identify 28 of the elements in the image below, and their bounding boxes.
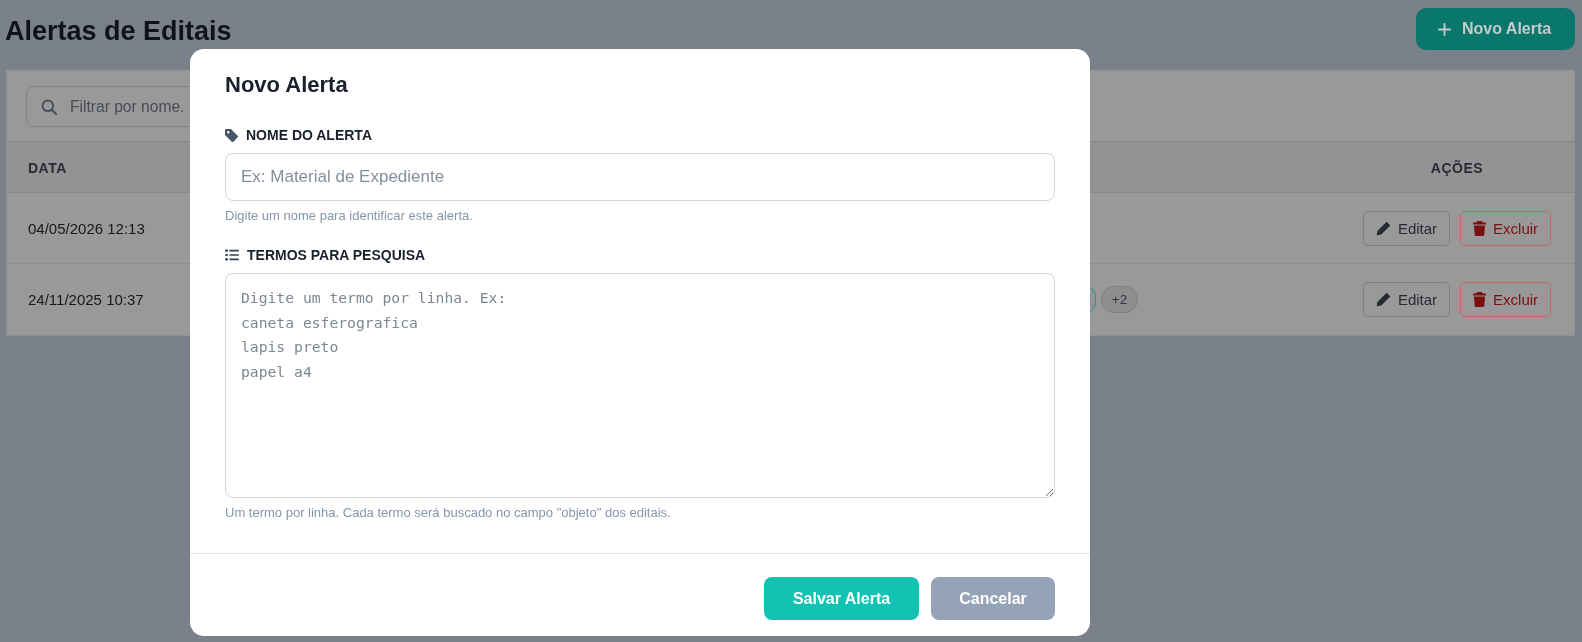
- search-terms-field[interactable]: Digite um termo por linha. Ex: caneta esferografica lapis preto papel a4: [225, 273, 1055, 498]
- trash-icon: [1473, 220, 1487, 236]
- new-alert-button[interactable]: Novo Alerta: [1416, 8, 1575, 50]
- modal-title: Novo Alerta: [225, 72, 349, 98]
- column-header: AÇÕES: [1430, 159, 1484, 176]
- pencil-icon: [1375, 220, 1391, 236]
- date-text: 24/11/2025 10:37: [28, 291, 144, 308]
- cancel-button[interactable]: Cancelar: [931, 577, 1055, 620]
- alert-name-field[interactable]: Ex: Material de Expediente: [225, 153, 1055, 201]
- more-tags-badge: +2: [1101, 286, 1138, 313]
- page-title: Alertas de Editais: [5, 16, 232, 47]
- tag-icon: [225, 128, 238, 142]
- field-label: TERMOS PARA PESQUISA: [247, 246, 426, 264]
- delete-button[interactable]: Excluir: [1460, 282, 1552, 317]
- column-header: DATA: [28, 159, 67, 176]
- help-text: Um termo por linha. Cada termo será buscado no campo "objeto" dos editais.: [225, 505, 672, 521]
- edit-button[interactable]: Editar: [1362, 210, 1451, 246]
- save-button[interactable]: Salvar Alerta: [764, 577, 919, 620]
- plus-icon: [1438, 22, 1451, 36]
- help-text: Digite um nome para identificar este alerta.: [225, 208, 474, 224]
- pencil-icon: [1375, 292, 1391, 307]
- delete-button[interactable]: Excluir: [1460, 210, 1552, 246]
- search-icon: [41, 99, 57, 115]
- trash-icon: [1473, 292, 1487, 307]
- edit-button[interactable]: Editar: [1362, 282, 1451, 317]
- list-icon: [225, 249, 239, 261]
- date-text: 04/05/2026 12:13: [28, 219, 145, 237]
- field-label: NOME DO ALERTA: [246, 126, 372, 144]
